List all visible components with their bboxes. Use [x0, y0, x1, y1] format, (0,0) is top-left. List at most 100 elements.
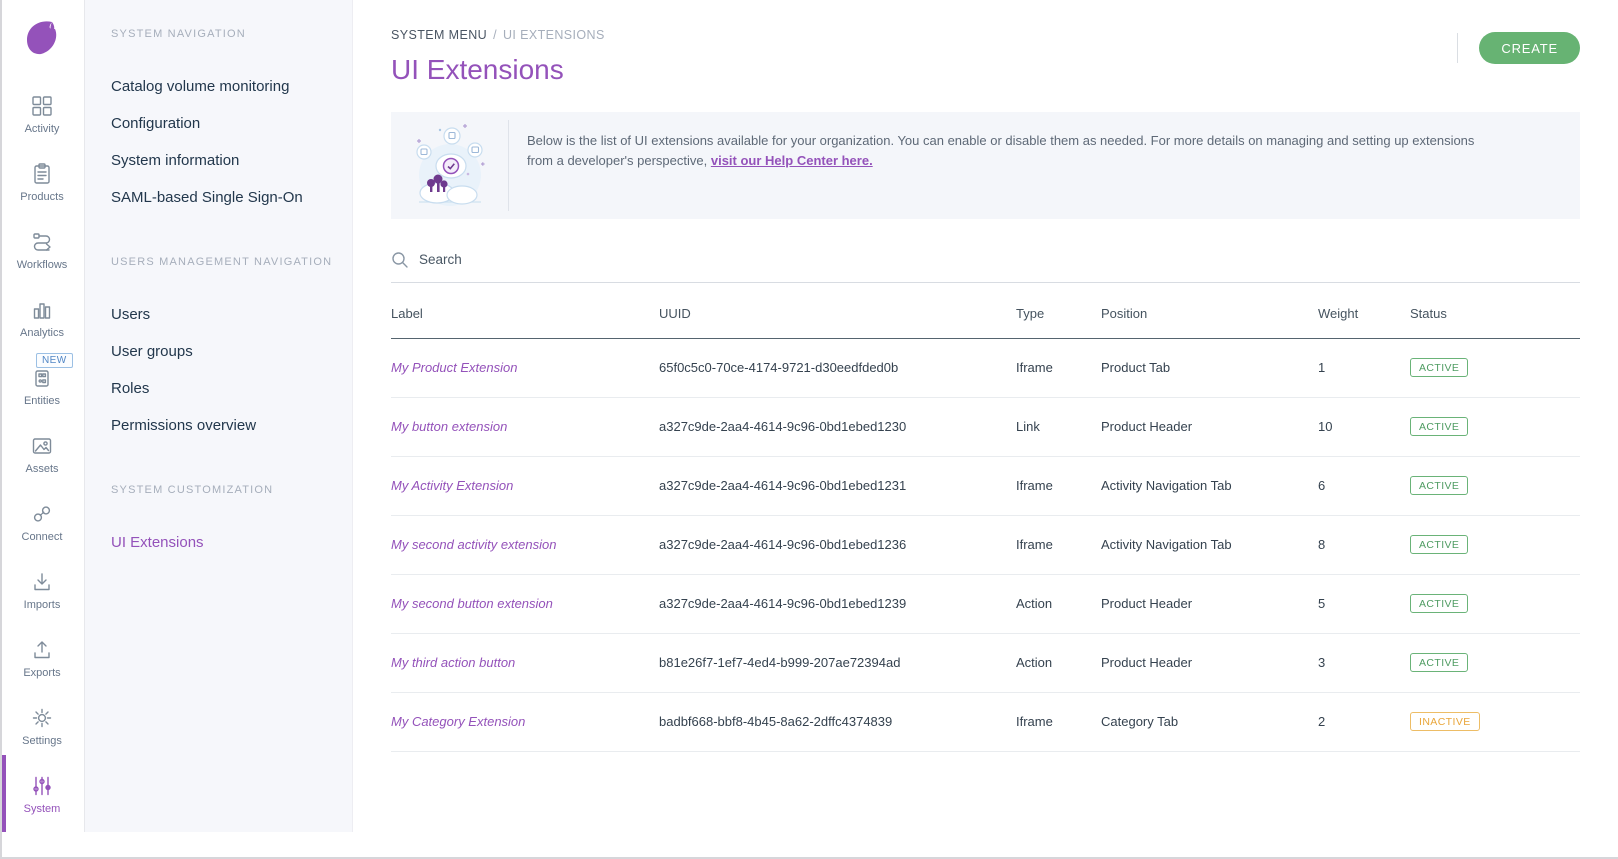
menu-section-users-management: USERS MANAGEMENT NAVIGATION Users User g… [111, 256, 334, 444]
system-submenu: SYSTEM NAVIGATION Catalog volume monitor… [85, 0, 353, 832]
actions-divider [1457, 33, 1458, 63]
rail-item-workflows[interactable]: Workflows [0, 217, 84, 285]
rail-item-exports[interactable]: Exports [0, 625, 84, 693]
menu-item-user-groups[interactable]: User groups [111, 333, 334, 370]
extension-type: Iframe [1016, 339, 1101, 398]
extension-type: Action [1016, 575, 1101, 634]
rail-item-connect[interactable]: Connect [0, 489, 84, 557]
search-bar [391, 237, 1580, 283]
extension-weight: 5 [1318, 575, 1410, 634]
image-icon [31, 435, 53, 457]
rail-label: Products [20, 191, 63, 203]
header-actions: CREATE [1457, 32, 1580, 64]
extension-position: Product Header [1101, 398, 1318, 457]
extension-label-link[interactable]: My Activity Extension [391, 457, 659, 516]
extension-weight: 3 [1318, 634, 1410, 693]
extension-position: Product Tab [1101, 339, 1318, 398]
extension-type: Link [1016, 398, 1101, 457]
sliders-icon [31, 775, 53, 797]
menu-section-title: SYSTEM CUSTOMIZATION [111, 484, 334, 496]
extension-weight: 2 [1318, 693, 1410, 752]
bar-chart-icon [31, 299, 53, 321]
status-badge: ACTIVE [1410, 653, 1468, 672]
status-badge: ACTIVE [1410, 594, 1468, 613]
table-row[interactable]: My Category Extension badbf668-bbf8-4b45… [391, 693, 1580, 752]
menu-item-catalog-volume-monitoring[interactable]: Catalog volume monitoring [111, 68, 334, 105]
page-header: SYSTEM MENU/UI EXTENSIONS UI Extensions … [391, 0, 1580, 86]
menu-section-system-navigation: SYSTEM NAVIGATION Catalog volume monitor… [111, 28, 334, 216]
breadcrumb-system-menu[interactable]: SYSTEM MENU [391, 28, 487, 42]
extension-weight: 1 [1318, 339, 1410, 398]
extension-type: Iframe [1016, 693, 1101, 752]
extension-label-link[interactable]: My second button extension [391, 575, 659, 634]
breadcrumb-ui-extensions: UI EXTENSIONS [503, 28, 605, 42]
extension-label-link[interactable]: My third action button [391, 634, 659, 693]
table-row[interactable]: My Activity Extension a327c9de-2aa4-4614… [391, 457, 1580, 516]
rail-label: Workflows [17, 259, 68, 271]
extension-position: Category Tab [1101, 693, 1318, 752]
menu-item-system-information[interactable]: System information [111, 142, 334, 179]
menu-item-roles[interactable]: Roles [111, 370, 334, 407]
rail-item-activity[interactable]: Activity [0, 81, 84, 149]
extension-weight: 8 [1318, 516, 1410, 575]
rail-item-entities[interactable]: NEW Entities [0, 353, 84, 421]
banner-message: Below is the list of UI extensions avail… [527, 133, 1474, 168]
extension-uuid: 65f0c5c0-70ce-4174-9721-d30eedfded0b [659, 339, 1016, 398]
column-header-label: Label [391, 283, 659, 339]
menu-item-users[interactable]: Users [111, 296, 334, 333]
status-badge: ACTIVE [1410, 358, 1468, 377]
entities-icon [31, 367, 53, 389]
extension-type: Iframe [1016, 516, 1101, 575]
gear-icon [31, 707, 53, 729]
table-row[interactable]: My Product Extension 65f0c5c0-70ce-4174-… [391, 339, 1580, 398]
extension-position: Product Header [1101, 634, 1318, 693]
rail-item-settings[interactable]: Settings [0, 693, 84, 761]
menu-item-configuration[interactable]: Configuration [111, 105, 334, 142]
extension-weight: 10 [1318, 398, 1410, 457]
table-row[interactable]: My second activity extension a327c9de-2a… [391, 516, 1580, 575]
extension-type: Action [1016, 634, 1101, 693]
table-header-row: Label UUID Type Position Weight Status [391, 283, 1580, 339]
create-button[interactable]: CREATE [1479, 32, 1580, 64]
extension-label-link[interactable]: My button extension [391, 398, 659, 457]
akeneo-logo[interactable] [19, 14, 65, 65]
search-input[interactable] [419, 252, 819, 267]
extension-label-link[interactable]: My Product Extension [391, 339, 659, 398]
menu-section-title: SYSTEM NAVIGATION [111, 28, 334, 40]
info-banner: Below is the list of UI extensions avail… [391, 112, 1580, 219]
status-badge: INACTIVE [1410, 712, 1480, 731]
table-row[interactable]: My third action button b81e26f7-1ef7-4ed… [391, 634, 1580, 693]
rail-item-system[interactable]: System [0, 761, 84, 829]
rail-item-assets[interactable]: Assets [0, 421, 84, 489]
extensions-table: Label UUID Type Position Weight Status M… [391, 283, 1580, 752]
menu-item-permissions-overview[interactable]: Permissions overview [111, 407, 334, 444]
status-badge: ACTIVE [1410, 535, 1468, 554]
menu-item-saml-sso[interactable]: SAML-based Single Sign-On [111, 179, 334, 216]
grid-icon [31, 95, 53, 117]
extension-label-link[interactable]: My second activity extension [391, 516, 659, 575]
connect-icon [31, 503, 53, 525]
column-header-type: Type [1016, 283, 1101, 339]
akeneo-logo-icon [19, 14, 65, 60]
table-row[interactable]: My button extension a327c9de-2aa4-4614-9… [391, 398, 1580, 457]
extension-position: Activity Navigation Tab [1101, 457, 1318, 516]
search-icon [391, 251, 409, 269]
upload-icon [31, 639, 53, 661]
rail-item-imports[interactable]: Imports [0, 557, 84, 625]
rail-label: System [24, 803, 61, 815]
extension-weight: 6 [1318, 457, 1410, 516]
extension-label-link[interactable]: My Category Extension [391, 693, 659, 752]
table-row[interactable]: My second button extension a327c9de-2aa4… [391, 575, 1580, 634]
rail-item-analytics[interactable]: Analytics [0, 285, 84, 353]
rail-label: Settings [22, 735, 62, 747]
extension-type: Iframe [1016, 457, 1101, 516]
menu-section-system-customization: SYSTEM CUSTOMIZATION UI Extensions [111, 484, 334, 561]
menu-item-ui-extensions[interactable]: UI Extensions [111, 524, 334, 561]
clipboard-icon [31, 163, 53, 185]
help-center-link[interactable]: visit our Help Center here. [711, 153, 873, 168]
rail-item-products[interactable]: Products [0, 149, 84, 217]
extension-uuid: b81e26f7-1ef7-4ed4-b999-207ae72394ad [659, 634, 1016, 693]
extension-uuid: a327c9de-2aa4-4614-9c96-0bd1ebed1230 [659, 398, 1016, 457]
column-header-weight: Weight [1318, 283, 1410, 339]
workflow-icon [31, 231, 53, 253]
